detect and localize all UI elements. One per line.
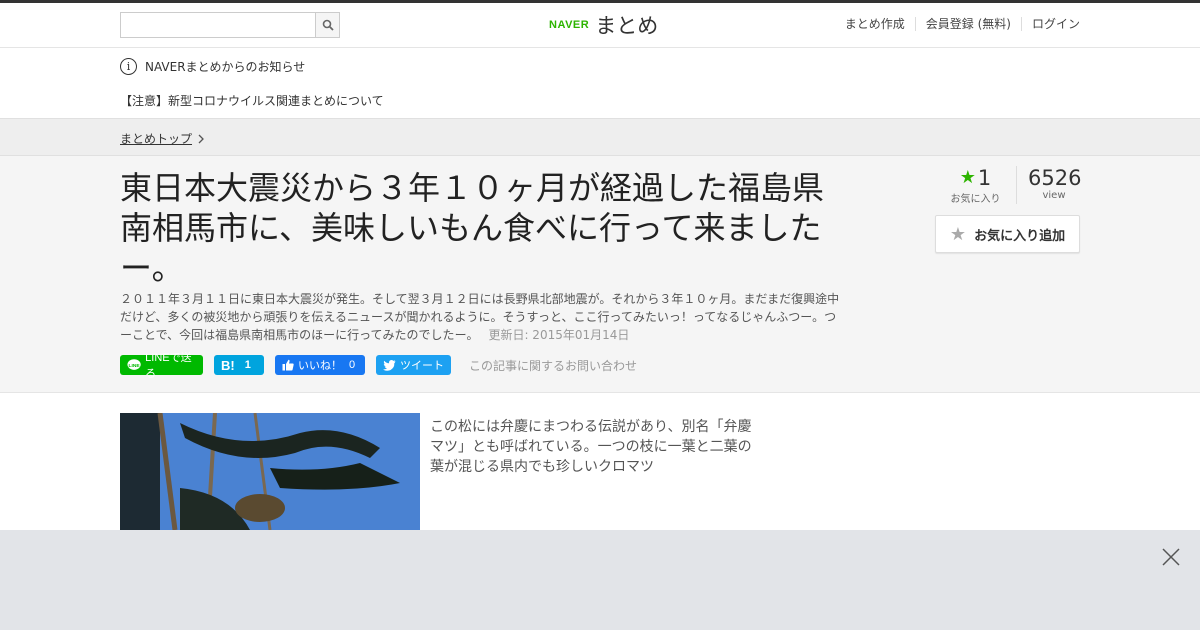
info-icon: i bbox=[120, 58, 137, 75]
search-button[interactable] bbox=[315, 12, 340, 38]
logo-naver: NAVER bbox=[549, 19, 590, 31]
article-header: 東日本大震災から３年１０ヶ月が経過した福島県南相馬市に、美味しいもん食べに行って… bbox=[0, 156, 1200, 393]
facebook-like-count: 0 bbox=[349, 359, 356, 371]
favorites-count: 1 bbox=[977, 166, 992, 190]
share-buttons: LINE LINEで送る B! 1 いいね！ 0 ツイート この記事に関するお問… bbox=[120, 352, 637, 380]
tweet-button[interactable]: ツイート bbox=[376, 355, 451, 375]
updated-date: 更新日: 2015年01月14日 bbox=[488, 328, 630, 342]
article-content: この松には弁慶にまつわる伝説があり、別名「弁慶マツ」とも呼ばれている。一つの枝に… bbox=[0, 393, 1200, 530]
facebook-like-button[interactable]: いいね！ 0 bbox=[275, 355, 365, 375]
views-count: 6526 bbox=[1028, 166, 1082, 190]
pine-tree-image bbox=[120, 413, 420, 530]
add-favorite-button[interactable]: ★ お気に入り追加 bbox=[935, 215, 1080, 253]
notice-heading-text: NAVERまとめからのお知らせ bbox=[145, 60, 306, 74]
twitter-bird-icon bbox=[383, 359, 396, 371]
search-input[interactable] bbox=[120, 12, 315, 38]
thumbs-up-icon bbox=[282, 359, 294, 371]
close-icon[interactable] bbox=[1162, 548, 1180, 566]
add-favorite-label: お気に入り追加 bbox=[974, 228, 1066, 244]
facebook-like-label: いいね！ bbox=[298, 360, 342, 372]
star-outline-icon: ★ bbox=[949, 223, 967, 245]
notice-heading: i NAVERまとめからのお知らせ bbox=[120, 58, 305, 75]
notice-section: i NAVERまとめからのお知らせ 【注意】新型コロナウイルス関連まとめについて bbox=[0, 48, 1200, 118]
header-nav: まとめ作成 会員登録 (無料) ログイン bbox=[835, 17, 1080, 31]
search-box bbox=[120, 12, 340, 38]
views-stat: 6526 view bbox=[1028, 166, 1082, 201]
site-header: NAVER まとめ まとめ作成 会員登録 (無料) ログイン bbox=[0, 3, 1200, 48]
photo-caption: この松には弁慶にまつわる伝説があり、別名「弁慶マツ」とも呼ばれている。一つの枝に… bbox=[430, 419, 752, 475]
article-description: ２０１１年３月１１日に東日本大震災が発生。そして翌３月１２日には長野県北部地震が… bbox=[120, 290, 842, 344]
breadcrumb-bar: まとめトップ bbox=[0, 118, 1200, 156]
article-title: 東日本大震災から３年１０ヶ月が経過した福島県南相馬市に、美味しいもん食べに行って… bbox=[120, 169, 825, 287]
create-matome-link[interactable]: まとめ作成 bbox=[835, 17, 915, 31]
hatena-bookmark-button[interactable]: B! 1 bbox=[214, 355, 264, 375]
favorites-label: お気に入り bbox=[950, 194, 1001, 205]
pine-tree-photo bbox=[120, 413, 420, 530]
tweet-label: ツイート bbox=[400, 360, 444, 372]
description-text: ２０１１年３月１１日に東日本大震災が発生。そして翌３月１２日には長野県北部地震が… bbox=[120, 292, 840, 342]
logo-matome: まとめ bbox=[595, 14, 659, 38]
breadcrumb[interactable]: まとめトップ bbox=[120, 130, 205, 147]
login-link[interactable]: ログイン bbox=[1020, 17, 1080, 31]
line-share-button[interactable]: LINE LINEで送る bbox=[120, 352, 203, 380]
views-label: view bbox=[1042, 190, 1066, 201]
inquiry-link[interactable]: この記事に関するお問い合わせ bbox=[469, 357, 637, 374]
line-share-label: LINEで送る bbox=[145, 352, 192, 380]
svg-text:LINE: LINE bbox=[129, 363, 141, 369]
register-link[interactable]: 会員登録 (無料) bbox=[914, 17, 1021, 31]
notice-link[interactable]: 【注意】新型コロナウイルス関連まとめについて bbox=[120, 92, 384, 109]
line-icon: LINE bbox=[127, 359, 141, 370]
favorites-stat: ★ 1 お気に入り bbox=[935, 166, 1017, 205]
hatena-count: 1 bbox=[244, 359, 251, 371]
search-icon bbox=[322, 19, 334, 31]
ad-banner bbox=[0, 530, 1200, 630]
breadcrumb-home[interactable]: まとめトップ bbox=[120, 130, 192, 147]
hatena-icon: B! bbox=[221, 357, 235, 373]
site-logo[interactable]: NAVER まとめ bbox=[549, 10, 658, 40]
star-icon: ★ bbox=[959, 167, 976, 188]
chevron-right-icon bbox=[198, 134, 204, 143]
